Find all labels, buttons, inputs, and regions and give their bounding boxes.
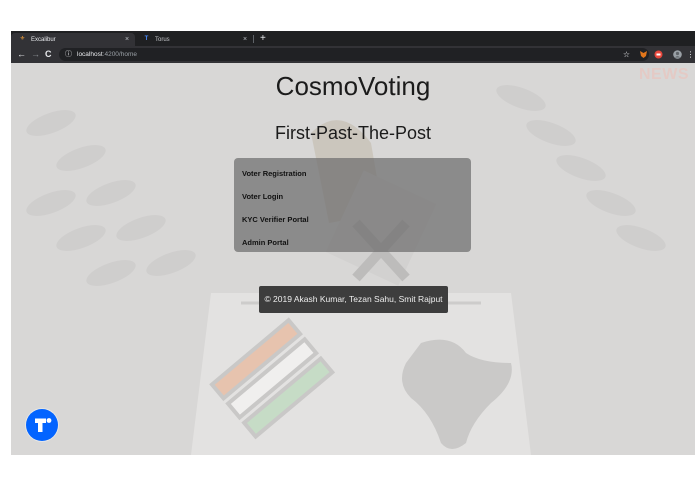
tab-separator — [253, 35, 254, 43]
back-arrow-icon[interactable]: ← — [17, 49, 26, 60]
browser-window: ⚜ Excalibur × T Torus × + ← → C ⓘ localh… — [11, 31, 695, 455]
tab-excalibur[interactable]: ⚜ Excalibur × — [11, 33, 135, 46]
tab-title: Torus — [155, 36, 170, 43]
url-host: localhost — [77, 51, 103, 58]
browser-toolbar: ← → C ⓘ localhost:4200/home ☆ ⋮ — [11, 46, 695, 63]
profile-avatar-icon[interactable] — [673, 50, 682, 59]
copyright-footer: © 2019 Akash Kumar, Tezan Sahu, Smit Raj… — [259, 286, 448, 313]
torus-logo-icon — [35, 418, 52, 432]
address-bar[interactable]: ⓘ localhost:4200/home — [59, 48, 649, 61]
kyc-verifier-portal-link[interactable]: KYC Verifier Portal — [242, 215, 309, 224]
page-content: NEWS CosmoVoting First-Past-The-Post Vot… — [11, 63, 695, 455]
tab-strip: ⚜ Excalibur × T Torus × + — [11, 31, 695, 46]
extension-icon[interactable] — [654, 50, 663, 59]
voter-registration-link[interactable]: Voter Registration — [242, 169, 306, 178]
tab-title: Excalibur — [31, 36, 56, 43]
torus-favicon-icon: T — [144, 36, 149, 42]
torus-wallet-button[interactable] — [26, 409, 58, 441]
app-title: CosmoVoting — [275, 71, 431, 101]
menu-kebab-icon[interactable]: ⋮ — [686, 50, 695, 59]
close-tab-icon[interactable]: × — [123, 36, 131, 43]
new-tab-button[interactable]: + — [260, 32, 266, 46]
voter-login-link[interactable]: Voter Login — [242, 192, 283, 201]
forward-arrow-icon[interactable]: → — [31, 49, 40, 60]
reload-icon[interactable]: C — [45, 49, 52, 60]
portal-menu: Voter Registration Voter Login KYC Verif… — [234, 158, 471, 252]
info-icon[interactable]: ⓘ — [65, 49, 72, 60]
metamask-extension-icon[interactable] — [639, 50, 648, 59]
url-path: :4200/home — [102, 51, 137, 58]
url-text: localhost:4200/home — [77, 49, 137, 60]
page-subtitle: First-Past-The-Post — [274, 123, 432, 143]
tab-torus[interactable]: T Torus × — [135, 33, 253, 46]
bookmark-star-icon[interactable]: ☆ — [622, 50, 631, 59]
close-tab-icon[interactable]: × — [241, 36, 249, 43]
election-background-art — [11, 63, 695, 455]
copyright-text: © 2019 Akash Kumar, Tezan Sahu, Smit Raj… — [264, 294, 443, 304]
excalibur-favicon-icon: ⚜ — [19, 36, 26, 42]
admin-portal-link[interactable]: Admin Portal — [242, 238, 289, 247]
